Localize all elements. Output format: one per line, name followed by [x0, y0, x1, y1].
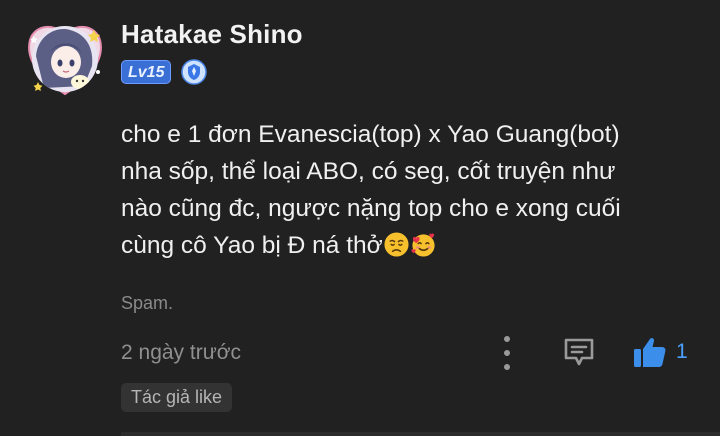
- comment-timestamp: 2 ngày trước: [121, 341, 242, 364]
- comment-body: cho e 1 đơn Evanescia(top) x Yao Guang(b…: [121, 116, 706, 264]
- thumbs-up-icon: [634, 338, 666, 367]
- more-vertical-icon[interactable]: [496, 336, 518, 370]
- smiling-face-with-hearts-emoji: [410, 231, 437, 258]
- divider: [121, 432, 720, 436]
- author-like-badge: Tác giả like: [121, 383, 233, 412]
- reply-comment-icon[interactable]: [562, 336, 596, 368]
- more-dot: [504, 364, 510, 370]
- comment-card: Hatakae Shino Lv15 cho e 1 đơn Evanescia…: [0, 0, 720, 436]
- username[interactable]: Hatakae Shino: [121, 19, 303, 50]
- user-badges: Lv15: [121, 59, 208, 85]
- more-dot: [504, 350, 510, 356]
- more-dot: [504, 336, 510, 342]
- status-note: Spam.: [121, 293, 174, 313]
- avatar[interactable]: [24, 16, 106, 98]
- level-badge: Lv15: [121, 60, 172, 84]
- comment-line: nha sốp, thể loại ABO, có seg, cốt truyệ…: [121, 158, 616, 185]
- disappointed-face-emoji: [383, 231, 410, 258]
- comment-line-last: cùng cô Yao bị Đ ná thở: [121, 227, 706, 264]
- like-button[interactable]: 1: [632, 334, 688, 370]
- comment-line: nào cũng đc, ngược nặng top cho e xong c…: [121, 195, 621, 222]
- comment-line: cho e 1 đơn Evanescia(top) x Yao Guang(b…: [121, 121, 620, 148]
- like-count: 1: [676, 340, 688, 363]
- verified-shield-icon: [181, 59, 208, 85]
- avatar-image: [28, 25, 102, 96]
- comment-line-text: cùng cô Yao bị Đ ná thở: [121, 232, 383, 259]
